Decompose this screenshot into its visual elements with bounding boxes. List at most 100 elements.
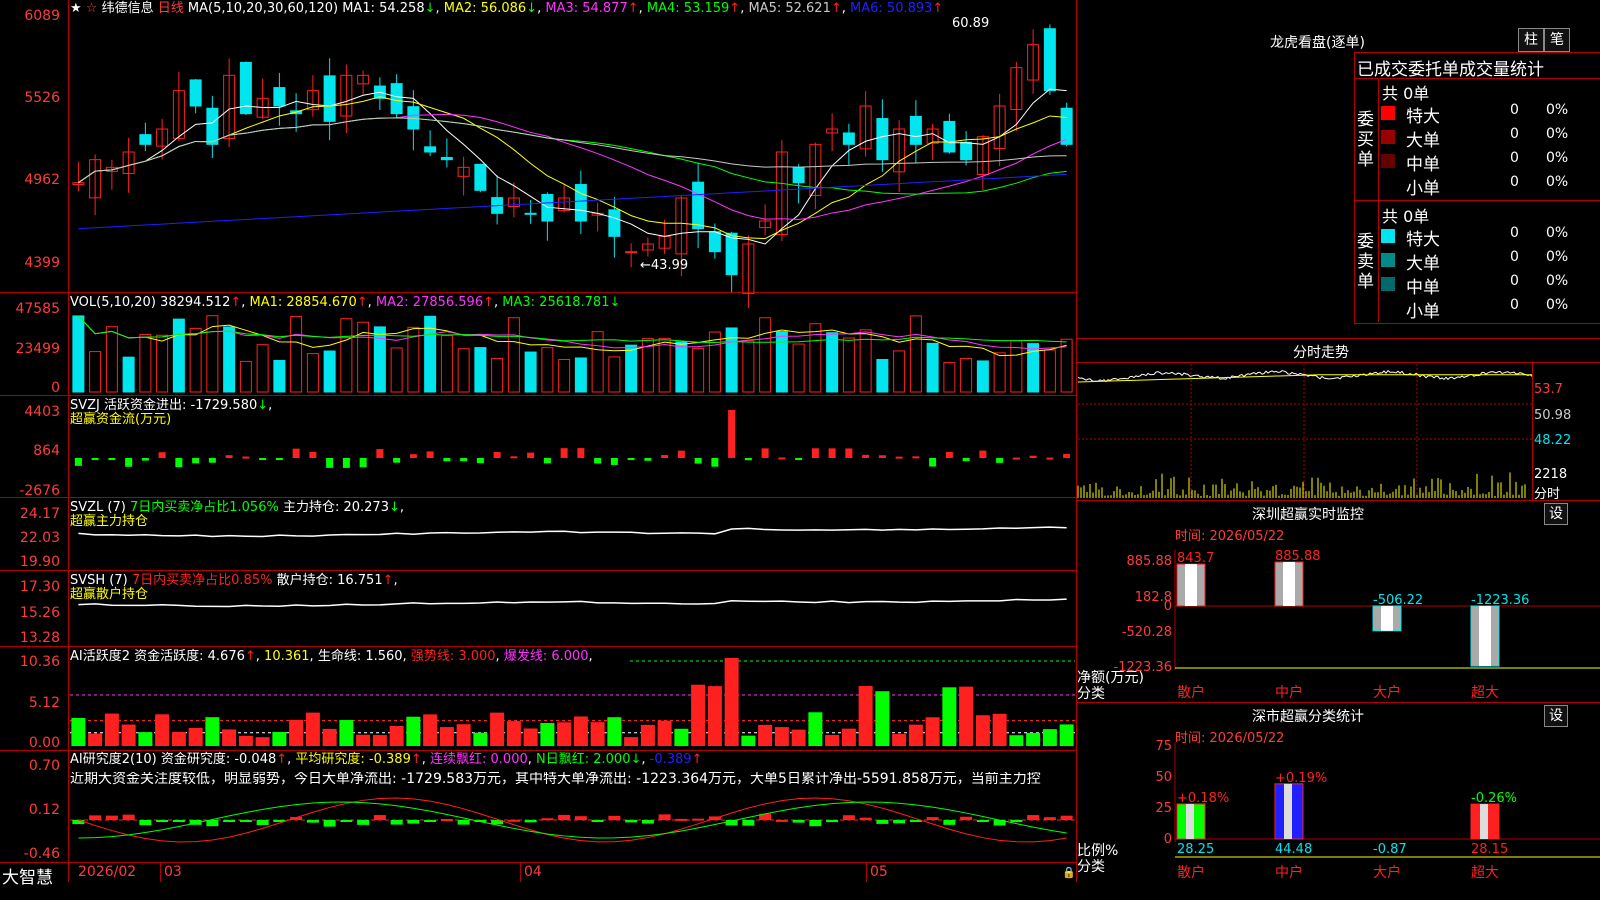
ai-active-bar: [1059, 724, 1074, 746]
ai-active-bar: [590, 722, 605, 746]
svzj-bar: [728, 410, 736, 458]
volume-bar: [759, 317, 772, 393]
szmon-xlabel: 分类: [1077, 686, 1105, 702]
lhb-sell-row-swatch: [1381, 253, 1395, 267]
szmon-settings-button[interactable]: 设: [1544, 503, 1568, 525]
volume-chart[interactable]: [70, 308, 1075, 394]
research-bar: [340, 820, 353, 822]
ai-active-bar: [975, 715, 990, 746]
svzj-bar: [342, 458, 350, 468]
volume-bar: [675, 341, 688, 393]
volume-bar: [742, 340, 755, 393]
ai-active-bar: [992, 713, 1007, 746]
lhb-sell-row-val: 0: [1510, 249, 1519, 265]
divider-vol-svzj: [0, 395, 1076, 396]
lhb-buy-row-name: 特大: [1406, 107, 1440, 127]
ai-research-a2: ↑: [410, 752, 422, 767]
ai-active-bar: [473, 732, 488, 746]
volume-bar: [306, 353, 319, 393]
volume-bar: [1010, 340, 1023, 393]
fenshi-y-0: 53.7: [1534, 382, 1563, 397]
research-bar: [239, 820, 252, 822]
svzj-bar: [711, 458, 719, 467]
research-bar: [457, 820, 470, 825]
szcls-settings-button[interactable]: 设: [1544, 705, 1568, 727]
szcls-change-label: +0.18%: [1177, 791, 1229, 806]
svzj-bar: [795, 458, 803, 460]
fenshi-y-1: 50.98: [1534, 408, 1572, 423]
lock-icon[interactable]: 🔒: [1062, 866, 1076, 879]
ai-active-bar: [1009, 735, 1024, 746]
ai-active-bar: [238, 735, 253, 746]
kline-candle: [524, 212, 537, 215]
svzj-bar: [1063, 453, 1071, 458]
svzl-chart[interactable]: [70, 510, 1075, 568]
svzj-bar: [259, 458, 267, 460]
volume-bar: [373, 326, 386, 393]
ai-active-bar: [155, 714, 170, 746]
svsh-y-0: 17.30: [19, 579, 60, 595]
research-bar: [440, 818, 453, 821]
ai-research-chart[interactable]: [70, 790, 1075, 860]
research-bar: [524, 820, 537, 823]
brand-label[interactable]: 大智慧: [2, 863, 53, 888]
lhb-bar-button[interactable]: 柱: [1518, 28, 1544, 52]
research-bar: [1027, 815, 1040, 820]
svzl-y-0: 24.17: [19, 506, 60, 522]
volume-bar: [189, 327, 202, 393]
svzj-chart[interactable]: [70, 400, 1075, 496]
main-y-1: 5526: [24, 90, 60, 106]
szmon-y-0: 885.88: [1126, 554, 1173, 569]
lhb-buy-row-pct: 0%: [1546, 102, 1569, 118]
fenshi-top-line: [1076, 338, 1600, 339]
volume-bar: [658, 337, 671, 393]
ai-active-chart[interactable]: [70, 658, 1075, 748]
szcls-chart[interactable]: +0.18% 28.25 散户 +0.19% 44.48 中户 -0.87 大户 -0.26% 2…: [1174, 742, 1600, 882]
volume-bar: [574, 357, 587, 393]
date-tick-2: 04: [524, 864, 542, 880]
svzj-bar: [761, 448, 769, 458]
research-bar: [775, 819, 788, 822]
fenshi-title-line: [1076, 362, 1600, 363]
research-bar: [893, 820, 906, 824]
szmon-chart[interactable]: 843.7 散户 885.88 中户 -506.22 大户 -1223.36 超大: [1174, 540, 1600, 705]
szcls-bar-highlight: [1186, 803, 1194, 839]
research-bar: [105, 815, 118, 820]
szcls-value-label: -0.87: [1373, 842, 1407, 857]
ai-research-y-1: 0.12: [28, 802, 60, 818]
szcls-bar-highlight: [1480, 804, 1488, 839]
szcls-bar-highlight: [1284, 783, 1292, 839]
ai-active-bar: [372, 735, 387, 746]
volume-bar: [390, 347, 403, 393]
kline-candle: [708, 231, 721, 253]
svzj-bar: [493, 452, 501, 458]
volume-bar: [792, 343, 805, 393]
fenshi-chart[interactable]: [1077, 364, 1533, 498]
ai-active-y-2: 0.00: [28, 735, 60, 751]
main-y-0: 6089: [24, 8, 60, 24]
ai-active-bar: [356, 734, 371, 746]
main-y-2: 4962: [24, 172, 60, 188]
svsh-chart[interactable]: [70, 584, 1075, 644]
svzj-bar: [677, 450, 685, 458]
research-bar: [424, 820, 437, 822]
svzj-bar: [175, 458, 183, 468]
svzj-bar: [979, 450, 987, 458]
svzj-bar: [828, 448, 836, 458]
kline-candle: [323, 75, 336, 122]
divider-svzj-svzl: [0, 497, 1076, 498]
lhb-tick-button[interactable]: 笔: [1544, 28, 1570, 52]
ai-research-l1: 资金研究度: -0.048: [160, 752, 277, 767]
ai-active-y-0: 10.36: [19, 654, 60, 670]
lhb-sell-row-val: 0: [1510, 273, 1519, 289]
research-bar: [357, 820, 370, 825]
szmon-bar-label: -1223.36: [1471, 593, 1529, 608]
ai-active-bar: [875, 691, 890, 746]
kline-chart[interactable]: [70, 14, 1075, 308]
ai-active-bar: [791, 729, 806, 746]
svzj-bar: [945, 451, 953, 458]
svzj-bar: [560, 448, 568, 458]
date-sep-1: [160, 862, 161, 882]
svzj-bar: [644, 458, 652, 461]
fenshi-y-2: 48.22: [1534, 433, 1572, 448]
